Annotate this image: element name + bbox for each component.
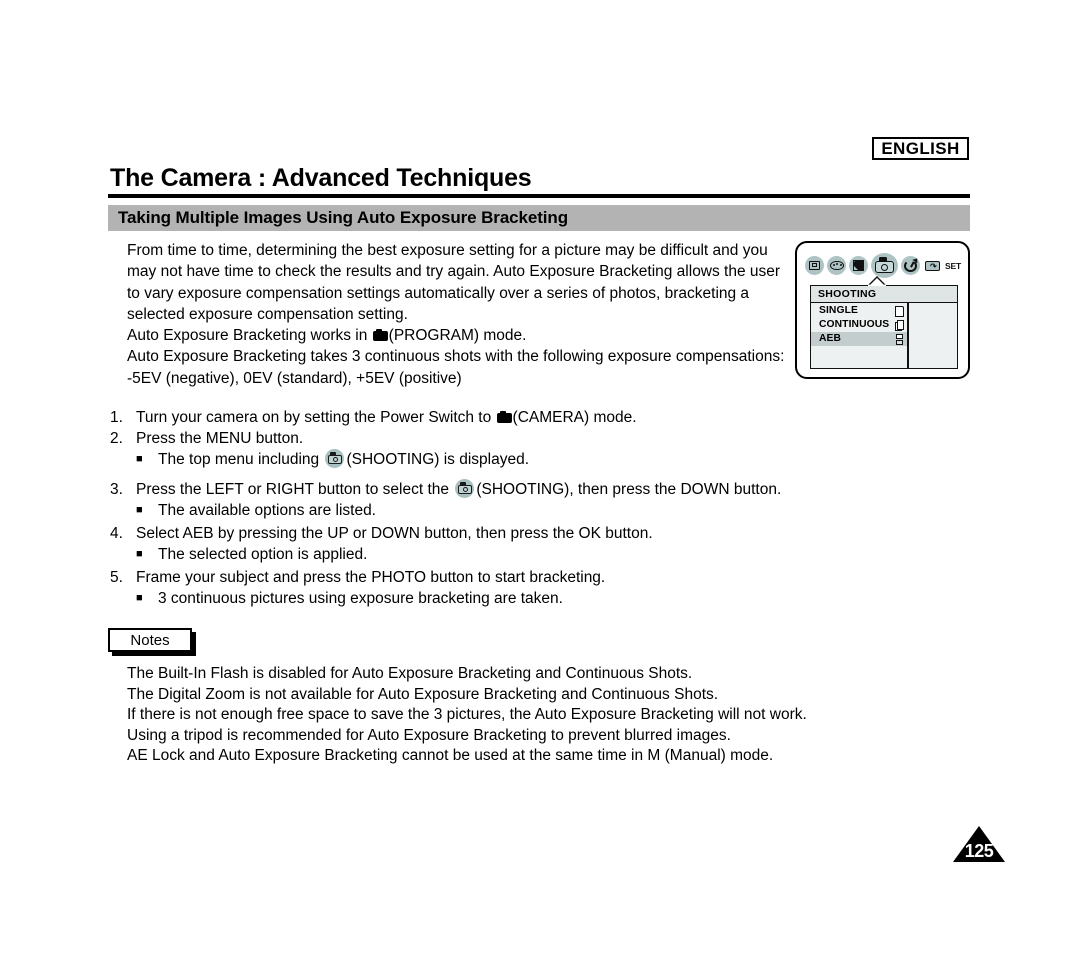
white-balance-palette-icon xyxy=(827,255,846,275)
step-4-text: Select AEB by pressing the UP or DOWN bu… xyxy=(136,525,653,542)
step-item-3: 3. Press the LEFT or RIGHT button to sel… xyxy=(110,479,810,500)
lcd-option-aeb[interactable]: AEB xyxy=(811,332,907,346)
note-item: Using a tripod is recommended for Auto E… xyxy=(127,726,731,744)
intro-paragraph-4: -5EV (negative), 0EV (standard), +5EV (p… xyxy=(127,369,462,387)
intro-p2-after: (PROGRAM) mode. xyxy=(388,327,527,345)
step-2-text: Press the MENU button. xyxy=(136,430,304,447)
lcd-menu-divider xyxy=(907,303,909,368)
stacked-sheets-icon xyxy=(895,320,904,331)
lcd-option-aeb-label: AEB xyxy=(819,333,842,344)
display-icon xyxy=(805,255,824,275)
intro-block: From time to time, determining the best … xyxy=(127,240,787,389)
bullet-square-icon: ■ xyxy=(136,453,143,465)
step-4-number: 4. xyxy=(110,525,123,542)
lcd-option-continuous-label: CONTINUOUS xyxy=(819,319,890,330)
bullet-square-icon: ■ xyxy=(136,548,143,560)
step-4-sub-text: The selected option is applied. xyxy=(158,546,368,563)
note-item: AE Lock and Auto Exposure Bracketing can… xyxy=(127,747,774,764)
step-5-sub-text: 3 continuous pictures using exposure bra… xyxy=(158,590,563,607)
lcd-icon-row: ↷ SET xyxy=(805,252,964,278)
step-2-subitem: ■ The top menu including (SHOOTING) is d… xyxy=(136,449,810,472)
selection-caret-icon xyxy=(868,276,886,286)
step-3-subitem: ■ The available options are listed. xyxy=(136,500,810,523)
step-2-number: 2. xyxy=(110,430,123,447)
note-item: If there is not enough free space to sav… xyxy=(127,706,807,723)
step-2-sub-text: The top menu including (SHOOTING) is dis… xyxy=(158,449,810,470)
step-item-4: 4. Select AEB by pressing the UP or DOWN… xyxy=(110,523,810,544)
bullet-square-icon: ■ xyxy=(136,592,143,604)
language-badge-label: ENGLISH xyxy=(881,138,960,158)
step-2-sub-after: (SHOOTING) is displayed. xyxy=(346,451,530,468)
notes-list: The Built-In Flash is disabled for Auto … xyxy=(127,664,867,767)
language-badge: ENGLISH xyxy=(872,137,969,160)
title-divider xyxy=(108,194,970,198)
lcd-menu-title: SHOOTING xyxy=(811,286,957,303)
bullet-square-icon: ■ xyxy=(136,504,143,516)
step-3-text: Press the LEFT or RIGHT button to select… xyxy=(136,479,810,500)
self-timer-icon xyxy=(901,255,920,275)
shooting-circle-icon xyxy=(325,449,345,468)
note-item: The Digital Zoom is not available for Au… xyxy=(127,685,719,703)
section-title: Taking Multiple Images Using Auto Exposu… xyxy=(118,208,568,227)
lcd-screen-illustration: ↷ SET SHOOTING SINGLE CONTINUOUS AEB xyxy=(795,241,970,379)
playback-back-icon: ↷ xyxy=(923,256,942,275)
steps-list: 1. Turn your camera on by setting the Po… xyxy=(110,407,810,611)
lcd-option-single-label: SINGLE xyxy=(819,305,858,316)
camera-shooting-icon xyxy=(871,252,905,278)
single-sheet-icon xyxy=(895,306,904,317)
lcd-option-list: SINGLE CONTINUOUS AEB xyxy=(811,304,907,346)
set-icon: SET xyxy=(945,256,964,275)
intro-paragraph-1: From time to time, determining the best … xyxy=(127,242,781,323)
step-3-sub-text: The available options are listed. xyxy=(158,502,376,519)
intro-paragraph-3: Auto Exposure Bracketing takes 3 continu… xyxy=(127,348,785,366)
step-2-sub-before: The top menu including xyxy=(158,451,324,468)
step-5-number: 5. xyxy=(110,569,123,586)
step-item-2: 2. Press the MENU button. xyxy=(110,428,810,449)
note-item: The Built-In Flash is disabled for Auto … xyxy=(127,665,693,682)
step-item-5: 5. Frame your subject and press the PHOT… xyxy=(110,567,810,588)
step-3-number: 3. xyxy=(110,481,123,498)
lcd-option-continuous[interactable]: CONTINUOUS xyxy=(811,318,907,332)
page-title: The Camera : Advanced Techniques xyxy=(110,164,532,192)
set-icon-label: SET xyxy=(945,260,961,271)
camera-solid-icon xyxy=(372,329,388,342)
section-header-bar: Taking Multiple Images Using Auto Exposu… xyxy=(108,205,970,231)
step-item-1: 1. Turn your camera on by setting the Po… xyxy=(110,407,810,428)
step-1-text-before: Turn your camera on by setting the Power… xyxy=(136,409,496,426)
step-1-text-after: (CAMERA) mode. xyxy=(512,409,637,426)
step-3-text-before: Press the LEFT or RIGHT button to select… xyxy=(136,481,454,498)
page-number-badge: 125 xyxy=(953,826,1005,862)
camera-solid-icon xyxy=(496,411,512,423)
page-number: 125 xyxy=(964,841,994,861)
intro-paragraph-2: Auto Exposure Bracketing works in (PROGR… xyxy=(127,325,787,346)
lcd-menu-panel: SHOOTING SINGLE CONTINUOUS AEB xyxy=(810,285,958,369)
notes-label-box: Notes xyxy=(108,628,192,652)
step-4-subitem: ■ The selected option is applied. xyxy=(136,544,810,567)
step-3-text-after: (SHOOTING), then press the DOWN button. xyxy=(476,481,782,498)
exposure-icon xyxy=(849,255,868,275)
split-sheet-icon xyxy=(895,334,904,345)
step-1-number: 1. xyxy=(110,409,123,426)
step-5-text: Frame your subject and press the PHOTO b… xyxy=(136,569,606,586)
lcd-option-single[interactable]: SINGLE xyxy=(811,304,907,318)
step-1-text: Turn your camera on by setting the Power… xyxy=(136,407,810,428)
intro-p2-before: Auto Exposure Bracketing works in xyxy=(127,327,372,345)
step-5-subitem: ■ 3 continuous pictures using exposure b… xyxy=(136,588,810,611)
shooting-circle-icon xyxy=(455,479,475,498)
notes-label: Notes xyxy=(130,631,170,649)
